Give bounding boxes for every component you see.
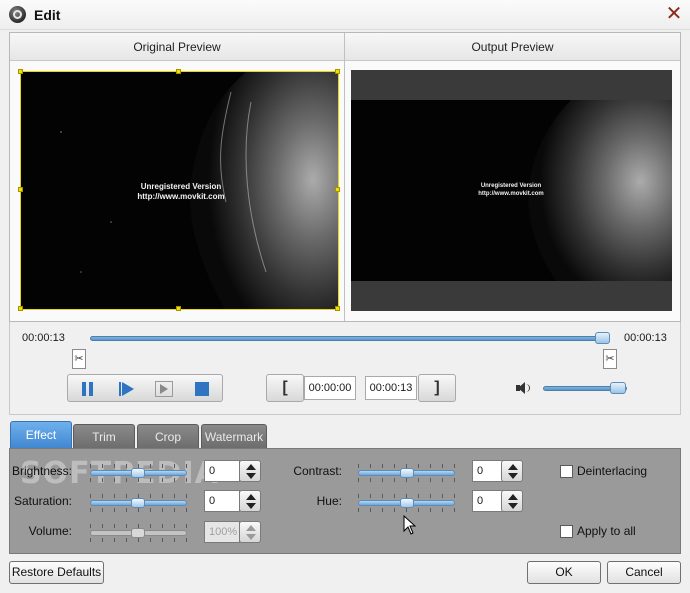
clip-start-field[interactable]: 00:00:00 [304, 376, 356, 400]
saturation-knob[interactable] [131, 498, 145, 508]
volume-slider-knob[interactable] [610, 382, 626, 394]
apply-to-all-label: Apply to all [577, 524, 636, 538]
watermark-line2-output: http://www.movkit.com [478, 191, 544, 197]
volume-label: Volume: [28, 524, 72, 538]
total-time: 00:00:13 [624, 332, 667, 344]
tab-crop[interactable]: Crop [137, 424, 199, 448]
crop-handle-mr[interactable] [335, 187, 340, 192]
speaker-icon[interactable] [515, 380, 531, 396]
original-preview-label: Original Preview [133, 40, 221, 54]
title-bar [0, 0, 690, 30]
window-title: Edit [34, 7, 61, 23]
current-time: 00:00:13 [22, 332, 65, 344]
brightness-label: Brightness: [11, 464, 72, 478]
watermark-line1: Unregistered Version [140, 182, 222, 191]
seek-knob[interactable] [595, 332, 610, 344]
volume-field: 100% [204, 521, 240, 543]
original-preview-header: Original Preview [10, 33, 344, 61]
close-icon[interactable]: ✕ [664, 4, 684, 24]
tab-watermark[interactable]: Watermark [201, 424, 267, 448]
crop-handle-bl[interactable] [18, 306, 23, 311]
saturation-field[interactable]: 0 [204, 490, 240, 512]
tab-trim[interactable]: Trim [73, 424, 135, 448]
next-frame-button[interactable] [152, 378, 176, 400]
step-forward-button[interactable] [114, 378, 138, 400]
apply-to-all-checkbox[interactable] [560, 525, 573, 538]
hue-spinner[interactable] [501, 490, 523, 512]
deinterlacing-checkbox[interactable] [560, 465, 573, 478]
watermark-line2: http://www.movkit.com [137, 192, 225, 201]
tab-effect[interactable]: Effect [10, 421, 72, 449]
app-icon [9, 6, 26, 23]
output-video: Unregistered Version http://www.movkit.c… [351, 100, 672, 281]
seek-track[interactable] [90, 336, 610, 341]
watermark-text: Unregistered Version http://www.movkit.c… [121, 182, 241, 202]
volume-spinner [239, 521, 261, 543]
original-video[interactable]: Unregistered Version http://www.movkit.c… [20, 71, 339, 310]
output-preview-label: Output Preview [471, 40, 554, 54]
deinterlacing-label: Deinterlacing [577, 464, 648, 478]
crop-handle-ml[interactable] [18, 187, 23, 192]
cancel-button[interactable]: Cancel [607, 561, 681, 584]
preview-divider [344, 33, 345, 321]
pause-button[interactable] [76, 378, 100, 400]
ok-button[interactable]: OK [527, 561, 601, 584]
hue-knob[interactable] [400, 498, 414, 508]
hue-label: Hue: [316, 494, 342, 508]
crop-handle-br[interactable] [335, 306, 340, 311]
clip-end-field[interactable]: 00:00:13 [365, 376, 417, 400]
stop-button[interactable] [190, 378, 214, 400]
preview-panel: Original Preview Output Preview Unregist… [9, 32, 681, 322]
playback-controls [67, 374, 223, 402]
end-marker-icon[interactable]: ✂ [603, 349, 617, 369]
brightness-spinner[interactable] [239, 460, 261, 482]
crop-handle-bc[interactable] [176, 306, 181, 311]
restore-defaults-button[interactable]: Restore Defaults [9, 561, 104, 584]
contrast-spinner[interactable] [501, 460, 523, 482]
crop-handle-tc[interactable] [176, 69, 181, 74]
set-end-button[interactable]: ] [418, 374, 456, 402]
brightness-field[interactable]: 0 [204, 460, 240, 482]
mouse-cursor-icon [403, 515, 417, 535]
watermark-line1-output: Unregistered Version [480, 183, 542, 189]
set-start-button[interactable]: [ [266, 374, 304, 402]
output-preview-header: Output Preview [345, 33, 680, 61]
start-marker-icon[interactable]: ✂ [72, 349, 86, 369]
crop-handle-tr[interactable] [335, 69, 340, 74]
brightness-knob[interactable] [131, 468, 145, 478]
stop-icon [195, 382, 209, 396]
saturation-spinner[interactable] [239, 490, 261, 512]
saturation-label: Saturation: [13, 494, 72, 508]
watermark-text-output: Unregistered Version http://www.movkit.c… [461, 182, 561, 198]
contrast-knob[interactable] [400, 468, 414, 478]
crop-handle-tl[interactable] [18, 69, 23, 74]
play-icon [122, 382, 134, 396]
pause-icon [82, 382, 86, 396]
volume-effect-knob[interactable] [131, 528, 145, 538]
contrast-label: Contrast: [293, 464, 342, 478]
